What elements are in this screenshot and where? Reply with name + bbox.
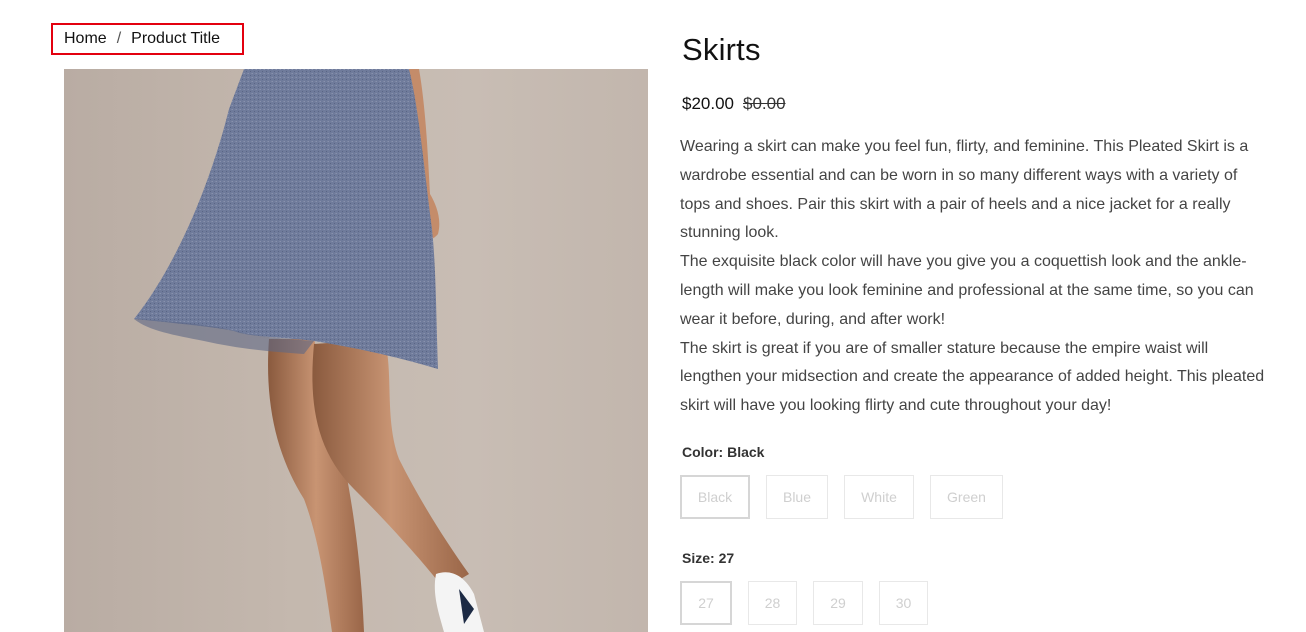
- product-price: $20.00: [682, 94, 734, 113]
- breadcrumb-current: Product Title: [131, 30, 221, 47]
- color-swatch-green[interactable]: Green: [930, 475, 1003, 519]
- product-title: Skirts: [682, 32, 761, 67]
- description-paragraph: The skirt is great if you are of smaller…: [680, 339, 1265, 415]
- color-label-text: Color:: [682, 444, 724, 460]
- color-selected-value: Black: [727, 444, 765, 460]
- color-option-label: Color: Black: [682, 444, 764, 460]
- color-swatch-black[interactable]: Black: [680, 475, 750, 519]
- size-swatches: 27 28 29 30: [680, 581, 944, 625]
- compare-at-price: $0.00: [743, 94, 786, 113]
- breadcrumb: Home / Product Title: [51, 23, 244, 55]
- product-image[interactable]: [64, 69, 648, 632]
- size-swatch-28[interactable]: 28: [748, 581, 797, 625]
- size-option-label: Size: 27: [682, 550, 734, 566]
- color-swatch-white[interactable]: White: [844, 475, 914, 519]
- breadcrumb-separator: /: [116, 30, 122, 47]
- color-swatches: Black Blue White Green: [680, 475, 1019, 519]
- size-swatch-27[interactable]: 27: [680, 581, 732, 625]
- size-selected-value: 27: [718, 550, 735, 566]
- product-description: Wearing a skirt can make you feel fun, f…: [680, 133, 1270, 421]
- price-row: $20.00 $0.00: [682, 94, 786, 114]
- size-label-text: Size:: [682, 550, 715, 566]
- size-swatch-30[interactable]: 30: [879, 581, 928, 625]
- product-photo-illustration: [134, 69, 484, 632]
- breadcrumb-home-link[interactable]: Home: [64, 30, 107, 48]
- description-paragraph: Wearing a skirt can make you feel fun, f…: [680, 138, 1249, 242]
- description-paragraph: The exquisite black color will have you …: [680, 253, 1254, 328]
- size-swatch-29[interactable]: 29: [813, 581, 863, 625]
- color-swatch-blue[interactable]: Blue: [766, 475, 828, 519]
